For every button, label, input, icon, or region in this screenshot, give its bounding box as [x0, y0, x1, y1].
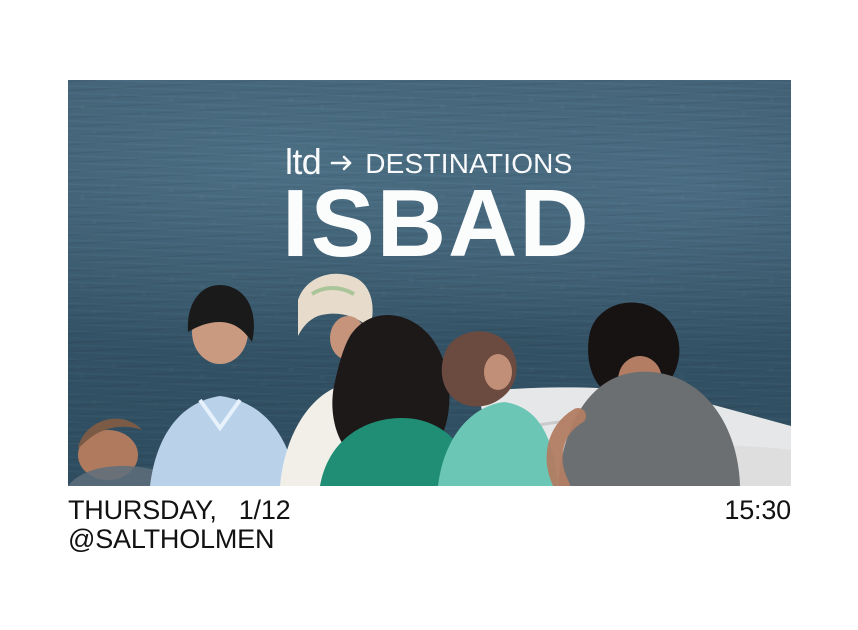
- person-5-face: [484, 354, 512, 390]
- day-date-line: THURSDAY, 1/12: [68, 495, 291, 525]
- event-details-left: THURSDAY, 1/12 @SALTHOLMEN: [68, 495, 291, 554]
- hero-photo: ltd DESTINATIONS ISBAD: [68, 80, 791, 486]
- event-location: @SALTHOLMEN: [68, 524, 275, 554]
- event-day: THURSDAY,: [68, 495, 217, 525]
- boat-people-illustration: [68, 273, 791, 486]
- event-time: 15:30: [724, 495, 791, 525]
- event-date: 1/12: [238, 495, 291, 525]
- person-2-shirt: [150, 396, 298, 486]
